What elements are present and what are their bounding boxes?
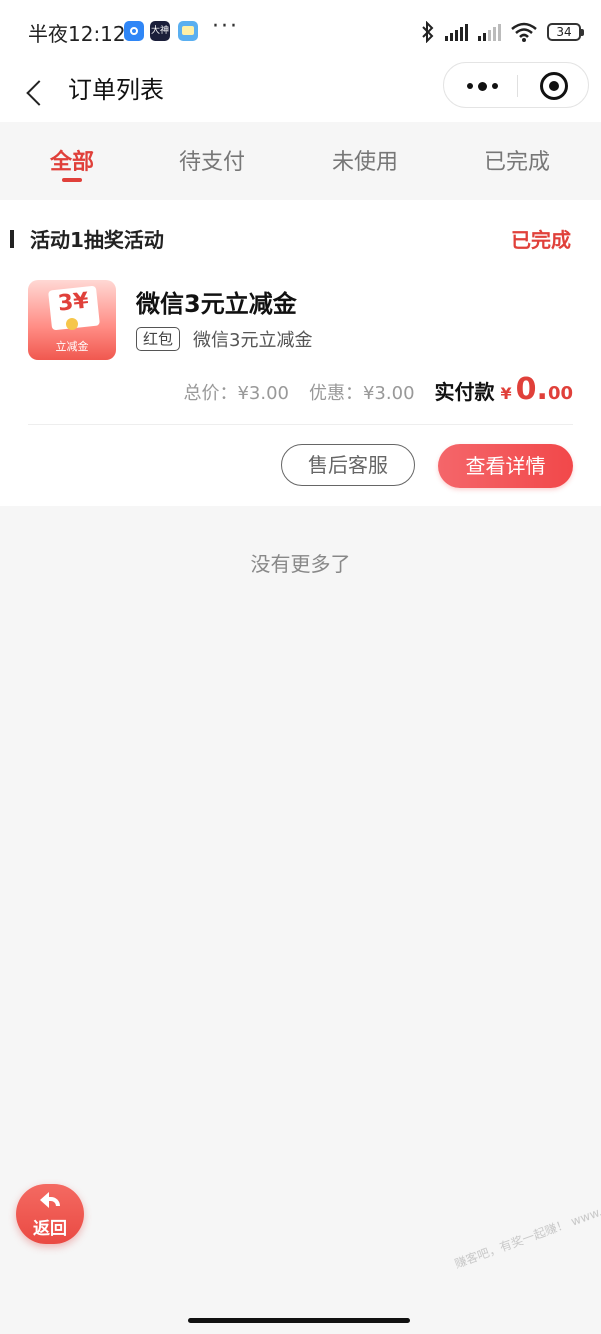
miniprogram-capsule [443, 62, 589, 108]
tab-unused[interactable]: 未使用 [305, 144, 425, 176]
nav-bar: 订单列表 [0, 62, 601, 122]
thumbnail-amount: 3¥ [56, 288, 90, 317]
status-bar: 半夜12:12 大神 ··· 34 [0, 0, 601, 64]
total-value: ¥3.00 [237, 383, 289, 404]
float-back-button[interactable]: 返回 [16, 1184, 84, 1244]
order-card[interactable]: 活动1抽奖活动 已完成 3¥ 立减金 微信3元立减金 红包 微信3元立减金 总价… [0, 200, 601, 506]
watermark: 赚客吧，有奖一起赚！ www.zuanke8.com [452, 1177, 601, 1272]
return-arrow-icon [40, 1192, 60, 1210]
close-target-icon[interactable] [540, 72, 568, 100]
tab-completed[interactable]: 已完成 [457, 144, 577, 176]
dashen-app-icon: 大神 [150, 21, 170, 41]
product-name: 微信3元立减金 [136, 290, 297, 318]
product-desc: 微信3元立减金 [193, 330, 313, 351]
paid-label: 实付款 [434, 380, 495, 404]
discount-label: 优惠： [308, 383, 363, 404]
home-indicator[interactable] [188, 1318, 410, 1323]
tab-all[interactable]: 全部 [12, 144, 132, 176]
tab-pending-payment[interactable]: 待支付 [152, 144, 272, 176]
order-status: 已完成 [511, 228, 571, 252]
product-tag: 红包 [136, 327, 181, 351]
card-divider [28, 424, 573, 425]
more-dots-icon[interactable] [460, 73, 504, 99]
hotspot-app-icon [124, 21, 144, 41]
active-tab-indicator [62, 178, 82, 182]
status-time: 半夜12:12 [28, 22, 126, 46]
total-label: 总价： [183, 383, 238, 404]
price-row: 总价： ¥3.00 优惠： ¥3.00 实付款 ¥ 0. 00 [183, 372, 573, 408]
activity-marker [10, 230, 14, 248]
no-more-text: 没有更多了 [250, 552, 351, 576]
signal-hd-icon [478, 23, 501, 41]
order-tabs: 全部 待支付 未使用 已完成 [0, 122, 601, 200]
status-overflow-icon: ··· [212, 14, 239, 39]
signal-icon [445, 23, 468, 41]
product-thumbnail: 3¥ 立减金 [28, 280, 116, 360]
status-indicators: 34 [421, 20, 584, 44]
paid-amount-int: 0. [515, 372, 548, 407]
after-sales-button[interactable]: 售后客服 [281, 444, 415, 486]
page-title: 订单列表 [68, 76, 164, 104]
wallet-app-icon [178, 21, 198, 41]
back-arrow-icon[interactable] [20, 74, 56, 114]
activity-name: 活动1抽奖活动 [30, 228, 164, 252]
wifi-icon [511, 22, 537, 42]
thumbnail-caption: 立减金 [55, 340, 89, 353]
paid-currency: ¥ [500, 384, 512, 403]
view-details-button[interactable]: 查看详情 [438, 444, 573, 488]
battery-icon: 34 [547, 23, 584, 41]
float-back-label: 返回 [33, 1219, 67, 1239]
discount-value: ¥3.00 [362, 383, 415, 404]
paid-amount-dec: 00 [547, 383, 573, 404]
bluetooth-icon [422, 21, 434, 43]
capsule-divider [517, 75, 518, 97]
coin-icon [66, 318, 78, 330]
